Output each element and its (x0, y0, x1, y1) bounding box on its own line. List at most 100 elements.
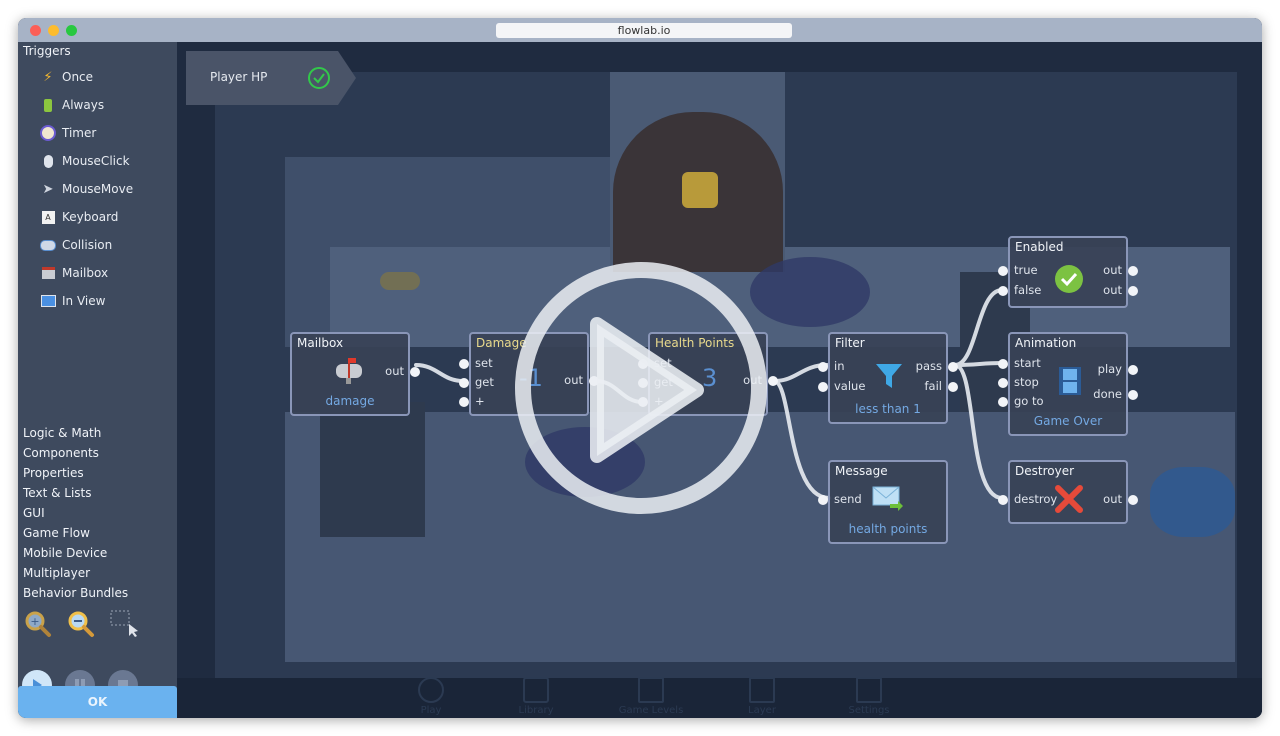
node-parameter: damage (325, 394, 375, 408)
output-pin[interactable] (948, 382, 958, 392)
input-pin[interactable] (459, 359, 469, 369)
port-label: out (385, 364, 404, 378)
minimize-window-button[interactable] (48, 25, 59, 36)
port-label: set (654, 356, 672, 370)
input-pin[interactable] (638, 378, 648, 388)
sidebar-item-always[interactable]: Always (40, 95, 104, 115)
cube-icon (523, 677, 549, 703)
ok-button[interactable]: OK (18, 686, 177, 718)
filter-node[interactable]: Filter in value pass fail less than 1 (818, 332, 958, 424)
node-title: Message (835, 464, 888, 478)
node-parameter: health points (848, 522, 928, 536)
sidebar-item-in-view[interactable]: In View (40, 291, 105, 311)
input-pin[interactable] (998, 266, 1008, 276)
sidebar-item-collision[interactable]: Collision (40, 235, 112, 255)
toolbar-library[interactable]: Library (501, 677, 571, 716)
zoom-in-button[interactable]: + (22, 608, 52, 638)
wire-health-message (772, 379, 831, 500)
port-label: send (834, 492, 862, 506)
destroyer-node[interactable]: Destroyer destroy out (998, 460, 1138, 524)
funnel-icon (876, 364, 902, 388)
maximize-window-button[interactable] (66, 25, 77, 36)
node-title: Animation (1015, 336, 1077, 350)
input-pin[interactable] (638, 359, 648, 369)
category-text-lists[interactable]: Text & Lists (23, 486, 91, 500)
input-pin[interactable] (818, 382, 828, 392)
port-label: out (564, 373, 583, 387)
category-game-flow[interactable]: Game Flow (23, 526, 90, 540)
enabled-node[interactable]: Enabled true false out out (998, 236, 1138, 308)
output-pin[interactable] (589, 376, 599, 386)
sidebar-item-mousemove[interactable]: ➤ MouseMove (40, 179, 134, 199)
toolbar-layer[interactable]: Layer (727, 677, 797, 716)
node-parameter: Game Over (1033, 414, 1103, 428)
port-label: stop (1014, 375, 1039, 389)
category-multiplayer[interactable]: Multiplayer (23, 566, 90, 580)
category-properties[interactable]: Properties (23, 466, 84, 480)
film-strip-icon (1059, 367, 1081, 395)
triggers-heading[interactable]: Triggers (23, 44, 71, 58)
port-label: go to (1014, 394, 1044, 408)
browser-window: flowlab.io Triggers ⚡ Once Always Timer M… (18, 18, 1262, 718)
port-label: out (743, 373, 762, 387)
output-pin[interactable] (1128, 365, 1138, 375)
port-label: out (1103, 263, 1122, 277)
output-pin[interactable] (1128, 495, 1138, 505)
output-pin[interactable] (410, 367, 420, 377)
toolbar-game-levels[interactable]: Game Levels (616, 677, 686, 716)
node-value: 3 (702, 364, 718, 392)
output-pin[interactable] (1128, 390, 1138, 400)
mailbox-icon (336, 358, 362, 384)
port-label: start (1014, 356, 1041, 370)
envelope-icon (872, 486, 903, 511)
input-pin[interactable] (998, 397, 1008, 407)
input-pin[interactable] (998, 286, 1008, 296)
message-node[interactable]: Message send health points (818, 460, 948, 544)
category-components[interactable]: Components (23, 446, 99, 460)
category-gui[interactable]: GUI (23, 506, 45, 520)
category-mobile-device[interactable]: Mobile Device (23, 546, 107, 560)
category-behavior-bundles[interactable]: Behavior Bundles (23, 586, 128, 600)
animation-node[interactable]: Animation start stop go to play done Gam… (998, 332, 1138, 436)
damage-node[interactable]: Damage set get + -1 out (459, 332, 599, 416)
toolbar-play[interactable]: Play (396, 677, 466, 716)
health-points-node[interactable]: Health Points set get + 3 out (638, 332, 778, 416)
sidebar-item-keyboard[interactable]: A Keyboard (40, 207, 118, 227)
zoom-out-button[interactable] (65, 608, 95, 638)
input-pin[interactable] (998, 359, 1008, 369)
behavior-editor-canvas[interactable]: Player HP Mailbox out damage Damage set … (177, 42, 1262, 718)
input-pin[interactable] (998, 495, 1008, 505)
input-pin[interactable] (998, 378, 1008, 388)
output-pin[interactable] (1128, 286, 1138, 296)
input-pin[interactable] (459, 378, 469, 388)
sidebar-item-once[interactable]: ⚡ Once (40, 67, 93, 87)
port-label: out (1103, 283, 1122, 297)
sidebar-item-timer[interactable]: Timer (40, 123, 96, 143)
sidebar-item-mailbox[interactable]: Mailbox (40, 263, 108, 283)
close-window-button[interactable] (30, 25, 41, 36)
alarm-clock-icon (40, 125, 56, 141)
input-pin[interactable] (818, 495, 828, 505)
mailbox-node[interactable]: Mailbox out damage (290, 332, 420, 416)
red-x-icon (1055, 485, 1083, 513)
node-title: Damage (476, 336, 527, 350)
url-bar[interactable]: flowlab.io (496, 23, 792, 38)
lightning-icon: ⚡ (43, 69, 53, 85)
input-pin[interactable] (818, 362, 828, 372)
svg-text:+: + (30, 615, 39, 628)
sidebar-item-mouseclick[interactable]: MouseClick (40, 151, 130, 171)
input-pin[interactable] (638, 397, 648, 407)
select-tool-button[interactable] (108, 608, 138, 638)
node-title: Mailbox (297, 336, 344, 350)
output-pin[interactable] (1128, 266, 1138, 276)
output-pin[interactable] (948, 362, 958, 372)
zoom-in-icon: + (25, 611, 51, 637)
port-label: + (654, 394, 664, 408)
category-logic-math[interactable]: Logic & Math (23, 426, 101, 440)
wire-filter-enabled (953, 288, 1004, 367)
toolbar-settings[interactable]: Settings (834, 677, 904, 716)
output-pin[interactable] (768, 376, 778, 386)
title-bar: flowlab.io (18, 18, 1262, 42)
input-pin[interactable] (459, 397, 469, 407)
node-title: Health Points (655, 336, 735, 350)
